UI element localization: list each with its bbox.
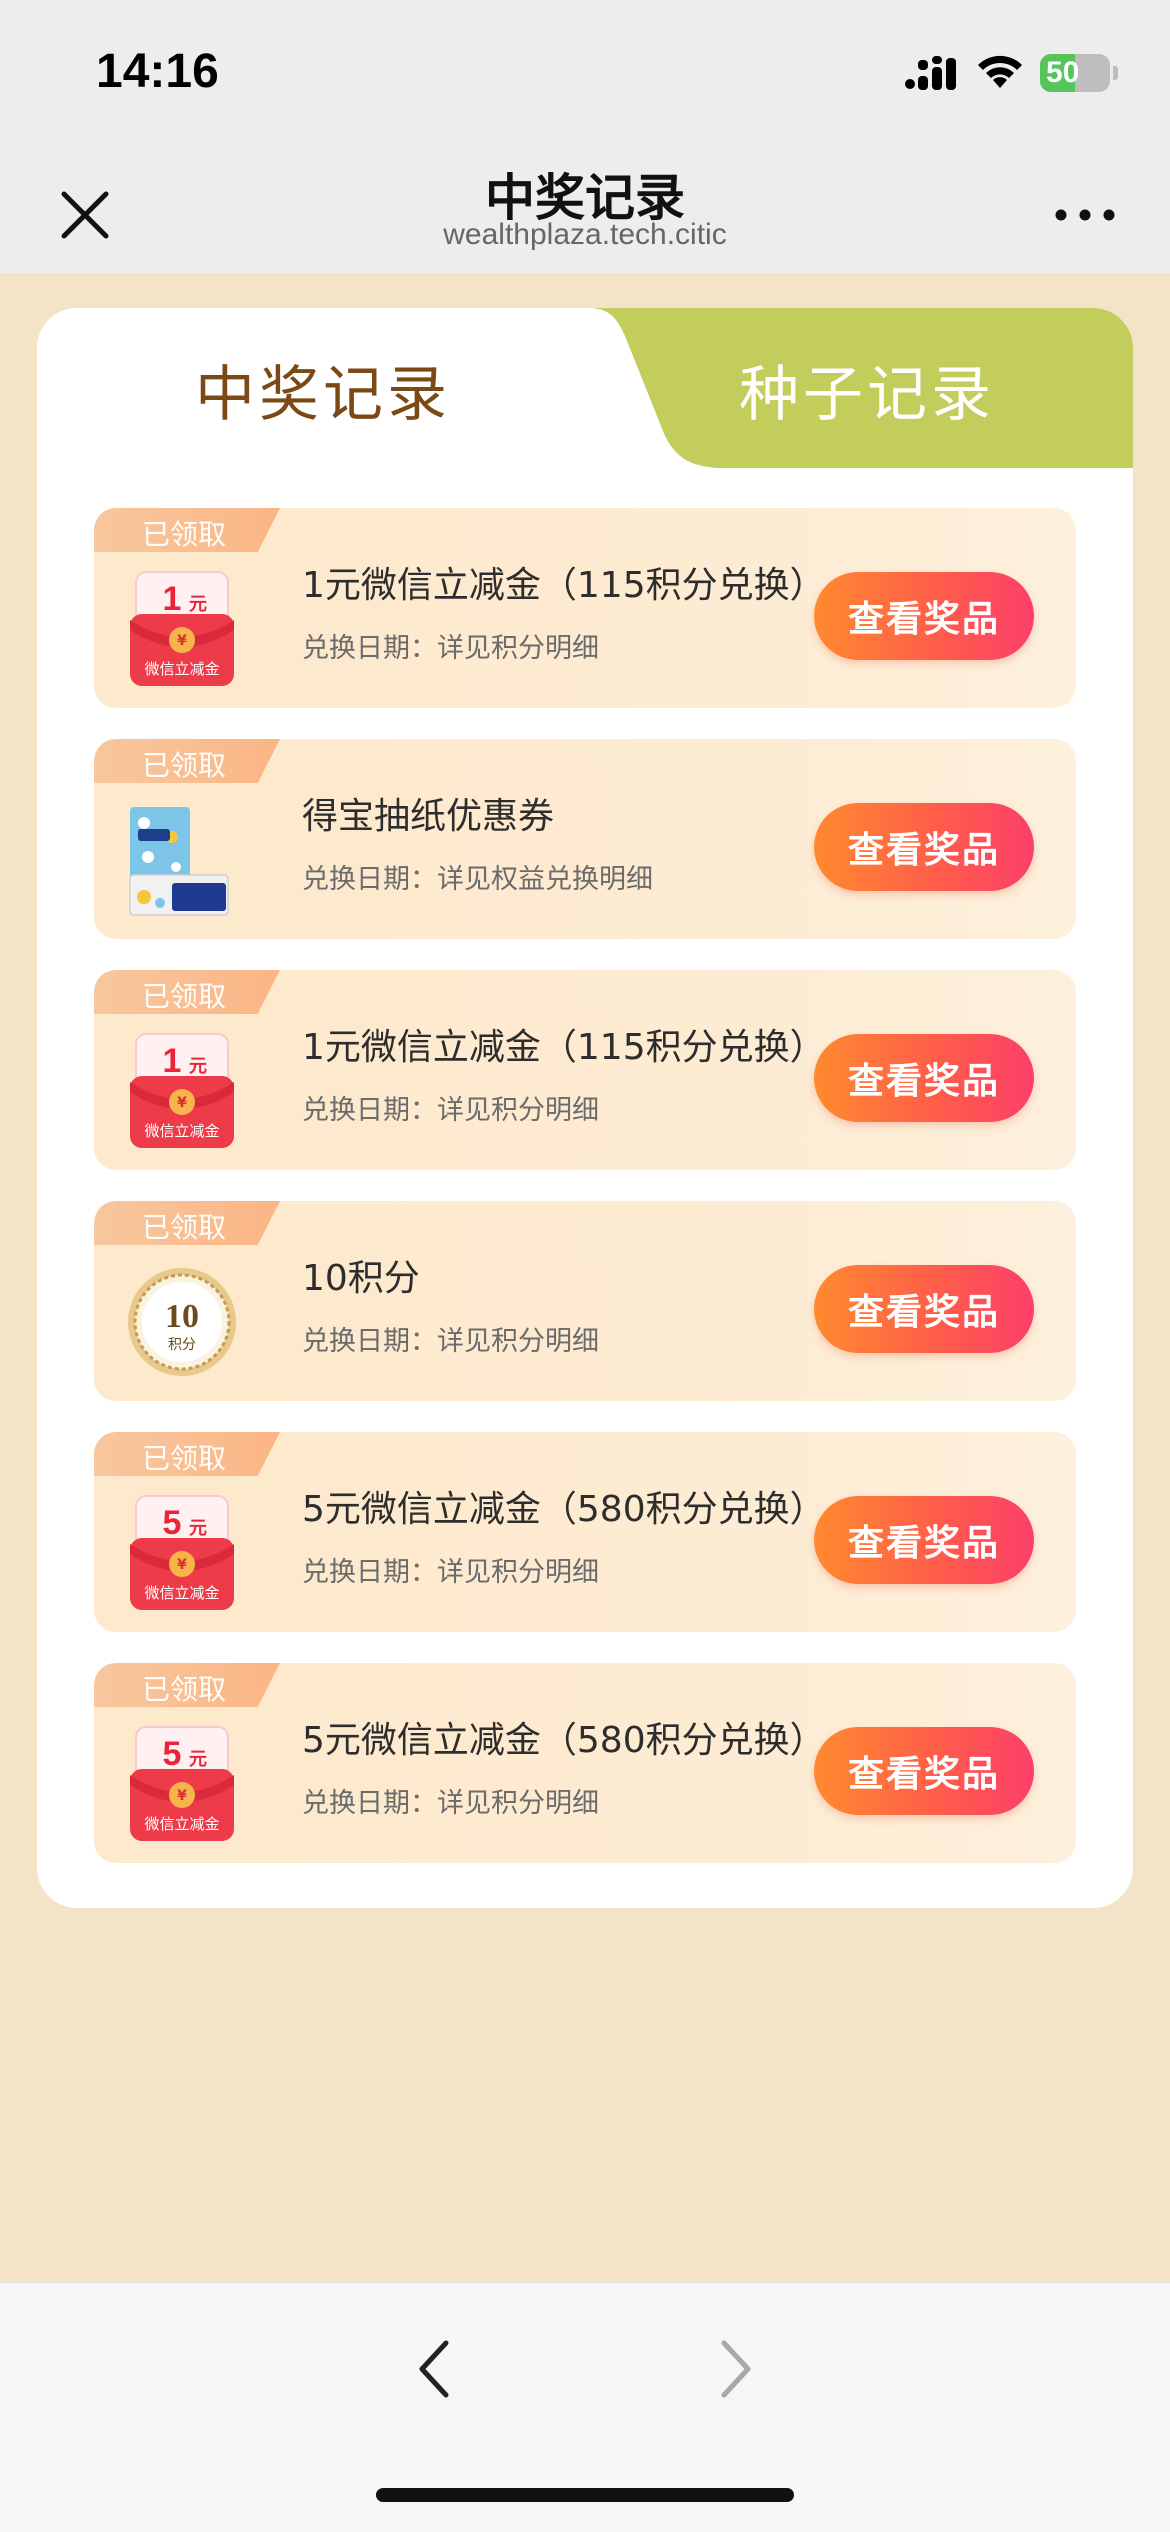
exchange-date: 兑换日期：详见积分明细	[302, 1095, 599, 1126]
claimed-badge: 已领取	[94, 508, 280, 552]
claimed-badge: 已领取	[94, 1663, 280, 1707]
tab-seed-records[interactable]: 种子记录	[739, 346, 995, 433]
claimed-badge-label: 已领取	[142, 980, 227, 1013]
wechat-voucher-icon: ¥5 元微信立减金	[130, 1726, 234, 1841]
battery-icon: 50	[1040, 54, 1110, 92]
exchange-date: 兑换日期：详见积分明细	[302, 1788, 599, 1819]
voucher-caption: 微信立减金	[144, 660, 219, 678]
wechat-voucher-icon: ¥1 元微信立减金	[130, 571, 234, 686]
view-prize-button[interactable]: 查看奖品	[814, 1034, 1034, 1122]
claimed-badge-label: 已领取	[142, 518, 227, 551]
svg-text:¥: ¥	[177, 633, 187, 649]
prize-record-item: 已领取 ¥1 元微信立减金 1元微信立减金（115积分兑换） 兑换日期：详见积分明细 查看…	[94, 508, 1076, 708]
home-indicator	[376, 2488, 794, 2502]
voucher-amount: 1	[163, 580, 182, 618]
chevron-left-icon[interactable]	[404, 2329, 464, 2409]
claimed-badge-label: 已领取	[142, 1211, 227, 1244]
status-bar: 14:16 50	[0, 0, 1170, 140]
voucher-amount: 1	[163, 1042, 182, 1080]
tab-prize-records[interactable]: 中奖记录	[195, 346, 451, 433]
exchange-date: 兑换日期：详见积分明细	[302, 1326, 599, 1357]
view-prize-button[interactable]: 查看奖品	[814, 803, 1034, 891]
prize-title: 得宝抽纸优惠券	[302, 796, 555, 837]
record-list: 已领取 ¥1 元微信立减金 1元微信立减金（115积分兑换） 兑换日期：详见积分明细 查看…	[94, 508, 1076, 1894]
claimed-badge-label: 已领取	[142, 749, 227, 782]
battery-cap	[1113, 66, 1118, 80]
prize-title: 1元微信立减金（115积分兑换）	[302, 1027, 826, 1068]
points-caption: 积分	[168, 1337, 196, 1353]
voucher-caption: 微信立减金	[144, 1122, 219, 1140]
exchange-date: 兑换日期：详见权益兑换明细	[302, 864, 653, 895]
claimed-badge-label: 已领取	[142, 1673, 227, 1706]
claimed-badge: 已领取	[94, 1432, 280, 1476]
exchange-date: 兑换日期：详见积分明细	[302, 633, 599, 664]
points-coin-icon: 10 积分	[128, 1268, 236, 1376]
voucher-amount: 5	[163, 1504, 182, 1542]
voucher-caption: 微信立减金	[144, 1584, 219, 1602]
exchange-date: 兑换日期：详见积分明细	[302, 1557, 599, 1588]
svg-text:¥: ¥	[177, 1557, 187, 1573]
view-prize-button[interactable]: 查看奖品	[814, 1265, 1034, 1353]
prize-record-item: 已领取 ¥5 元微信立减金 5元微信立减金（580积分兑换） 兑换日期：详见积分明细 查看…	[94, 1663, 1076, 1863]
prize-record-item: 已领取 ¥5 元微信立减金 5元微信立减金（580积分兑换） 兑换日期：详见积分明细 查看…	[94, 1432, 1076, 1632]
claimed-badge: 已领取	[94, 970, 280, 1014]
page-domain: wealthplaza.tech.citic	[443, 218, 727, 251]
records-card: 中奖记录 种子记录 已领取 ¥1 元微信立减金 1元微信立减金（115积分兑换） 兑换日…	[37, 308, 1133, 1908]
navigation-bar: 中奖记录 wealthplaza.tech.citic	[0, 140, 1170, 273]
voucher-unit: 元	[189, 594, 207, 615]
points-amount: 10	[165, 1298, 199, 1335]
voucher-caption: 微信立减金	[144, 1815, 219, 1833]
status-time: 14:16	[96, 45, 219, 98]
prize-title: 5元微信立减金（580积分兑换）	[302, 1489, 826, 1530]
prize-title: 1元微信立减金（115积分兑换）	[302, 565, 826, 606]
voucher-unit: 元	[189, 1749, 207, 1770]
tissue-product-icon	[129, 807, 229, 916]
battery-level: 50	[1046, 56, 1080, 89]
voucher-unit: 元	[189, 1518, 207, 1539]
view-prize-button[interactable]: 查看奖品	[814, 572, 1034, 660]
prize-title: 10积分	[302, 1258, 420, 1299]
voucher-amount: 5	[163, 1735, 182, 1773]
voucher-unit: 元	[189, 1056, 207, 1077]
claimed-badge: 已领取	[94, 1201, 280, 1245]
view-prize-button[interactable]: 查看奖品	[814, 1727, 1034, 1815]
prize-record-item: 已领取得宝抽纸优惠券兑换日期：详见权益兑换明细 查看奖品	[94, 739, 1076, 939]
cellular-signal-icon	[905, 56, 956, 90]
wechat-voucher-icon: ¥1 元微信立减金	[130, 1033, 234, 1148]
claimed-badge: 已领取	[94, 739, 280, 783]
prize-record-item: 已领取 10 积分 10积分 兑换日期：详见积分明细 查看奖品	[94, 1201, 1076, 1401]
prize-title: 5元微信立减金（580积分兑换）	[302, 1720, 826, 1761]
wechat-voucher-icon: ¥5 元微信立减金	[130, 1495, 234, 1610]
more-icon[interactable]	[1052, 200, 1118, 230]
chevron-right-icon[interactable]	[706, 2329, 766, 2409]
claimed-badge-label: 已领取	[142, 1442, 227, 1475]
view-prize-button[interactable]: 查看奖品	[814, 1496, 1034, 1584]
wifi-icon	[978, 55, 1022, 88]
prize-record-item: 已领取 ¥1 元微信立减金 1元微信立减金（115积分兑换） 兑换日期：详见积分明细 查看…	[94, 970, 1076, 1170]
svg-text:¥: ¥	[177, 1095, 187, 1111]
svg-text:¥: ¥	[177, 1788, 187, 1804]
